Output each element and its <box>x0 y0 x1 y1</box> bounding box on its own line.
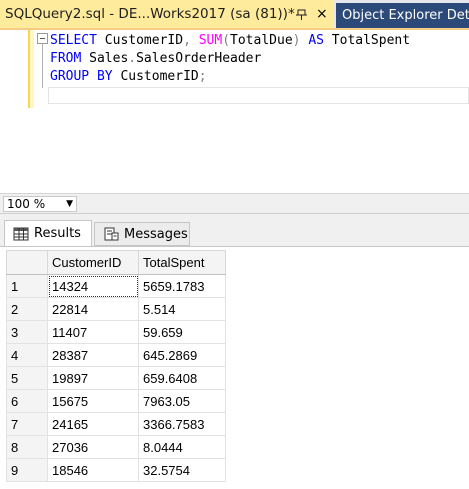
table-row[interactable]: 2 22814 5.514 <box>6 297 226 321</box>
totalspent-cell[interactable]: 659.6408 <box>138 366 226 390</box>
code-token: ( <box>222 33 231 48</box>
row-number-cell[interactable]: 7 <box>6 412 48 436</box>
messages-icon <box>104 227 119 241</box>
totalspent-cell[interactable]: 5.514 <box>138 297 226 321</box>
code-token: CustomerID <box>112 69 199 84</box>
customerid-cell[interactable]: 15675 <box>47 389 139 413</box>
current-line-highlight <box>48 87 469 104</box>
customerid-cell[interactable]: 27036 <box>47 435 139 459</box>
row-number-header[interactable] <box>6 250 48 275</box>
row-number-cell[interactable]: 1 <box>6 274 48 298</box>
table-row[interactable]: 3 11407 59.659 <box>6 320 226 344</box>
query-tab-title: SQLQuery2.sql - DE...Works2017 (sa (81))… <box>5 6 295 22</box>
query-tab-active[interactable]: SQLQuery2.sql - DE...Works2017 (sa (81))… <box>0 0 334 28</box>
code-token: , <box>183 33 191 48</box>
object-explorer-details-tab-title: Object Explorer Det <box>342 8 469 23</box>
code-token: CustomerID <box>96 33 184 48</box>
totalspent-cell[interactable]: 5659.1783 <box>138 274 226 298</box>
totalspent-cell[interactable]: 3366.7583 <box>138 412 226 436</box>
column-header-customerid[interactable]: CustomerID <box>47 250 139 275</box>
table-row[interactable]: 6 15675 7963.05 <box>6 389 226 413</box>
customerid-cell[interactable]: 22814 <box>47 297 139 321</box>
tab-results[interactable]: Results <box>4 220 92 246</box>
code-token: TotalSpent <box>323 33 411 48</box>
table-row[interactable]: 4 28387 645.2869 <box>6 343 226 367</box>
code-token: GROUP BY <box>50 69 113 84</box>
code-token: SELECT <box>50 33 97 48</box>
grid-icon <box>13 227 29 240</box>
code-token: AS <box>308 33 324 48</box>
row-number-cell[interactable]: 2 <box>6 297 48 321</box>
pin-icon[interactable] <box>295 7 309 21</box>
totalspent-cell[interactable]: 7963.05 <box>138 389 226 413</box>
tab-messages[interactable]: Messages <box>94 222 190 246</box>
header-row: CustomerID TotalSpent <box>6 250 226 275</box>
row-number-cell[interactable]: 9 <box>6 458 48 482</box>
tab-messages-label: Messages <box>124 226 188 242</box>
code-line[interactable]: GROUP BY CustomerID; <box>50 68 410 86</box>
outline-line <box>42 44 43 88</box>
row-number-cell[interactable]: 8 <box>6 435 48 459</box>
customerid-cell[interactable]: 14324 <box>47 274 139 298</box>
tab-results-label: Results <box>34 226 81 241</box>
code-token: SalesOrderHeader <box>136 51 262 66</box>
totalspent-cell[interactable]: 32.5754 <box>138 458 226 482</box>
row-number-cell[interactable]: 4 <box>6 343 48 367</box>
zoom-bar: 100 % ▼ <box>0 193 469 214</box>
sql-code[interactable]: SELECT CustomerID, SUM(TotalDue) AS Tota… <box>50 32 410 86</box>
totalspent-cell[interactable]: 8.0444 <box>138 435 226 459</box>
code-token: FROM <box>50 51 82 66</box>
table-row[interactable]: 9 18546 32.5754 <box>6 458 226 482</box>
collapse-outline-icon[interactable] <box>37 33 48 44</box>
customerid-cell[interactable]: 24165 <box>47 412 139 436</box>
column-header-totalspent[interactable]: TotalSpent <box>138 250 226 275</box>
document-tab-strip: SQLQuery2.sql - DE...Works2017 (sa (81))… <box>0 0 469 28</box>
code-token: SUM <box>198 33 223 48</box>
code-token: . <box>128 51 137 66</box>
table-row[interactable]: 7 24165 3366.7583 <box>6 412 226 436</box>
row-number-cell[interactable]: 6 <box>6 389 48 413</box>
object-explorer-details-tab[interactable]: Object Explorer Det <box>336 3 469 28</box>
query-editor[interactable]: SELECT CustomerID, SUM(TotalDue) AS Tota… <box>0 30 469 193</box>
table-row[interactable]: 8 27036 8.0444 <box>6 435 226 459</box>
zoom-dropdown[interactable]: 100 % ▼ <box>3 196 77 212</box>
code-token: Sales <box>81 51 129 66</box>
customerid-cell[interactable]: 11407 <box>47 320 139 344</box>
results-tab-strip: Results Messages <box>0 213 469 247</box>
code-token: TotalDue <box>230 33 293 48</box>
code-line[interactable]: SELECT CustomerID, SUM(TotalDue) AS Tota… <box>50 32 410 50</box>
results-table: CustomerID TotalSpent 1 14324 5659.1783 2 22… <box>6 250 226 482</box>
results-grid[interactable]: CustomerID TotalSpent 1 14324 5659.1783 2 22… <box>0 246 469 489</box>
change-tracking-margin <box>28 30 34 108</box>
close-tab-icon[interactable]: × <box>316 6 328 22</box>
customerid-cell[interactable]: 18546 <box>47 458 139 482</box>
chevron-down-icon[interactable]: ▼ <box>66 199 73 209</box>
table-row[interactable]: 1 14324 5659.1783 <box>6 274 226 298</box>
code-token: ; <box>198 69 207 84</box>
zoom-value: 100 % <box>7 197 46 211</box>
totalspent-cell[interactable]: 59.659 <box>138 320 226 344</box>
customerid-cell[interactable]: 19897 <box>47 366 139 390</box>
row-number-cell[interactable]: 5 <box>6 366 48 390</box>
table-row[interactable]: 5 19897 659.6408 <box>6 366 226 390</box>
customerid-cell[interactable]: 28387 <box>47 343 139 367</box>
code-line[interactable]: FROM Sales.SalesOrderHeader <box>50 50 410 68</box>
totalspent-cell[interactable]: 645.2869 <box>138 343 226 367</box>
row-number-cell[interactable]: 3 <box>6 320 48 344</box>
